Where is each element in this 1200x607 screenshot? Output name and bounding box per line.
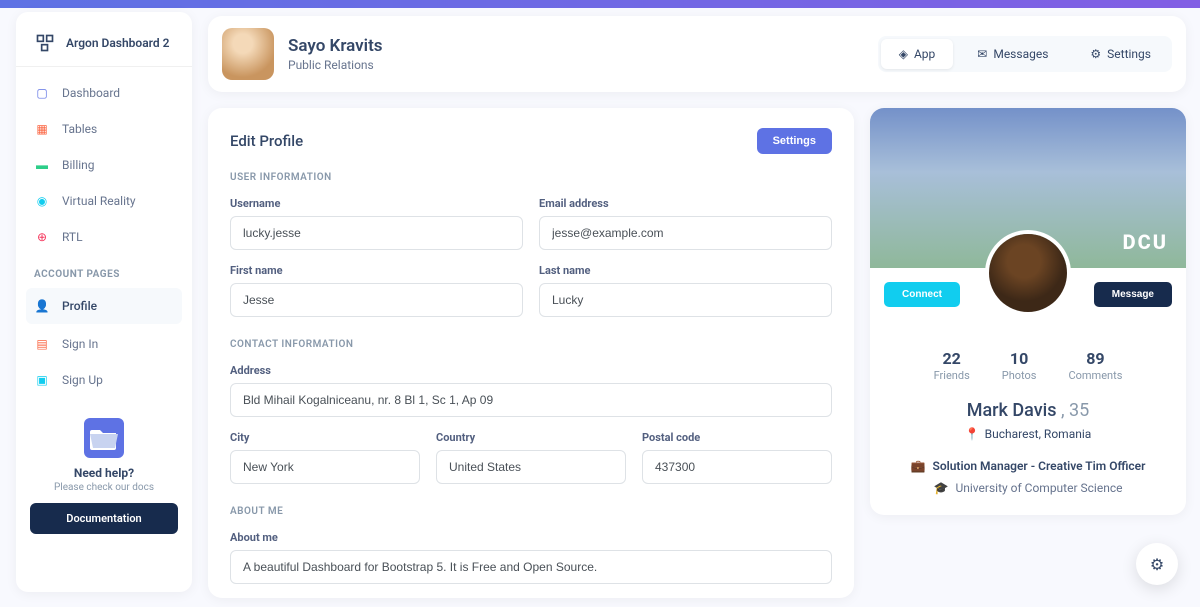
settings-fab[interactable]: ⚙ (1136, 543, 1178, 585)
profile-avatar (985, 230, 1071, 316)
postal-input[interactable] (642, 450, 832, 484)
calendar-icon: ▦ (34, 121, 50, 137)
stat-label: Photos (1002, 369, 1037, 382)
nav-section-header: ACCOUNT PAGES (16, 255, 192, 286)
profile-job: 💼 Solution Manager - Creative Tim Office… (884, 459, 1172, 473)
stat-photos: 10 Photos (1002, 349, 1037, 382)
stat-num: 22 (934, 349, 970, 368)
tab-settings[interactable]: ⚙ Settings (1072, 39, 1169, 69)
nav-label: RTL (62, 230, 83, 244)
about-label: About me (230, 531, 832, 544)
sidebar-item-profile[interactable]: 👤 Profile (26, 288, 182, 324)
tab-label: Messages (993, 47, 1048, 61)
document-icon: ▤ (34, 336, 50, 352)
address-label: Address (230, 364, 832, 377)
form-settings-button[interactable]: Settings (757, 128, 832, 154)
email-label: Email address (539, 197, 832, 210)
firstname-input[interactable] (230, 283, 523, 317)
sidebar-item-billing[interactable]: ▬ Billing (16, 147, 192, 183)
profile-location: 📍 Bucharest, Romania (884, 427, 1172, 441)
tv-icon: ▢ (34, 85, 50, 101)
sidebar-item-dashboard[interactable]: ▢ Dashboard (16, 75, 192, 111)
about-input[interactable] (230, 550, 832, 584)
header-tabs: ◈ App ✉ Messages ⚙ Settings (878, 36, 1172, 72)
city-input[interactable] (230, 450, 420, 484)
briefcase-icon: 💼 (911, 459, 926, 473)
stat-label: Comments (1068, 369, 1122, 382)
lastname-label: Last name (539, 264, 832, 277)
connect-button[interactable]: Connect (884, 282, 960, 307)
country-label: Country (436, 431, 626, 444)
profile-card: Connect Message 22 Friends 10 Photos 89 … (870, 108, 1186, 515)
username-input[interactable] (230, 216, 523, 250)
header-info: Sayo Kravits Public Relations (288, 36, 878, 72)
graduation-icon: 🎓 (934, 481, 949, 495)
nav-label: Dashboard (62, 86, 120, 100)
stat-friends: 22 Friends (934, 349, 970, 382)
credit-card-icon: ▬ (34, 157, 50, 173)
tab-label: Settings (1107, 47, 1151, 61)
header-user-role: Public Relations (288, 58, 878, 72)
postal-label: Postal code (642, 431, 832, 444)
rocket-icon: ▣ (34, 372, 50, 388)
lastname-input[interactable] (539, 283, 832, 317)
gear-icon: ⚙ (1150, 555, 1164, 574)
stat-num: 10 (1002, 349, 1037, 368)
address-input[interactable] (230, 383, 832, 417)
profile-age: , 35 (1061, 400, 1089, 421)
user-icon: 👤 (34, 298, 50, 314)
gear-icon: ⚙ (1090, 47, 1101, 61)
tab-label: App (914, 47, 935, 61)
globe-icon: ⊕ (34, 229, 50, 245)
nav-label: Tables (62, 122, 97, 136)
firstname-label: First name (230, 264, 523, 277)
sidebar-item-signin[interactable]: ▤ Sign In (16, 326, 192, 362)
help-subtitle: Please check our docs (30, 482, 178, 493)
stat-comments: 89 Comments (1068, 349, 1122, 382)
email-input[interactable] (539, 216, 832, 250)
cube-icon: ◈ (899, 47, 908, 61)
top-gradient-bar (0, 0, 1200, 8)
section-contact-info: CONTACT INFORMATION (230, 339, 832, 350)
folder-icon (84, 418, 124, 458)
sidebar: Argon Dashboard 2 ▢ Dashboard ▦ Tables ▬… (16, 12, 192, 592)
nav-label: Virtual Reality (62, 194, 136, 208)
username-label: Username (230, 197, 523, 210)
sidebar-item-tables[interactable]: ▦ Tables (16, 111, 192, 147)
pin-icon: 📍 (965, 427, 980, 441)
mail-icon: ✉ (977, 47, 987, 61)
header-user-name: Sayo Kravits (288, 36, 878, 56)
profile-name: Mark Davis , 35 (884, 400, 1172, 421)
city-label: City (230, 431, 420, 444)
tab-messages[interactable]: ✉ Messages (959, 39, 1066, 69)
brand-icon (34, 32, 56, 54)
edit-profile-form: Edit Profile Settings USER INFORMATION U… (208, 108, 854, 598)
profile-stats: 22 Friends 10 Photos 89 Comments (870, 349, 1186, 382)
form-title: Edit Profile (230, 132, 303, 150)
nav-label: Sign Up (62, 373, 103, 387)
stat-label: Friends (934, 369, 970, 382)
documentation-button[interactable]: Documentation (30, 503, 178, 534)
nav-label: Sign In (62, 337, 98, 351)
help-box: Need help? Please check our docs Documen… (30, 418, 178, 534)
tab-app[interactable]: ◈ App (881, 39, 954, 69)
box-icon: ◉ (34, 193, 50, 209)
profile-header: Sayo Kravits Public Relations ◈ App ✉ Me… (208, 16, 1186, 92)
stat-num: 89 (1068, 349, 1122, 368)
header-avatar (222, 28, 274, 80)
country-input[interactable] (436, 450, 626, 484)
nav-label: Profile (62, 299, 97, 313)
brand-name: Argon Dashboard 2 (66, 36, 169, 50)
section-about-me: ABOUT ME (230, 506, 832, 517)
section-user-info: USER INFORMATION (230, 172, 832, 183)
message-button[interactable]: Message (1094, 282, 1172, 307)
help-title: Need help? (30, 466, 178, 480)
sidebar-item-signup[interactable]: ▣ Sign Up (16, 362, 192, 398)
profile-education: 🎓 University of Computer Science (884, 481, 1172, 495)
sidebar-item-rtl[interactable]: ⊕ RTL (16, 219, 192, 255)
sidebar-item-vr[interactable]: ◉ Virtual Reality (16, 183, 192, 219)
nav-label: Billing (62, 158, 95, 172)
brand[interactable]: Argon Dashboard 2 (16, 26, 192, 67)
